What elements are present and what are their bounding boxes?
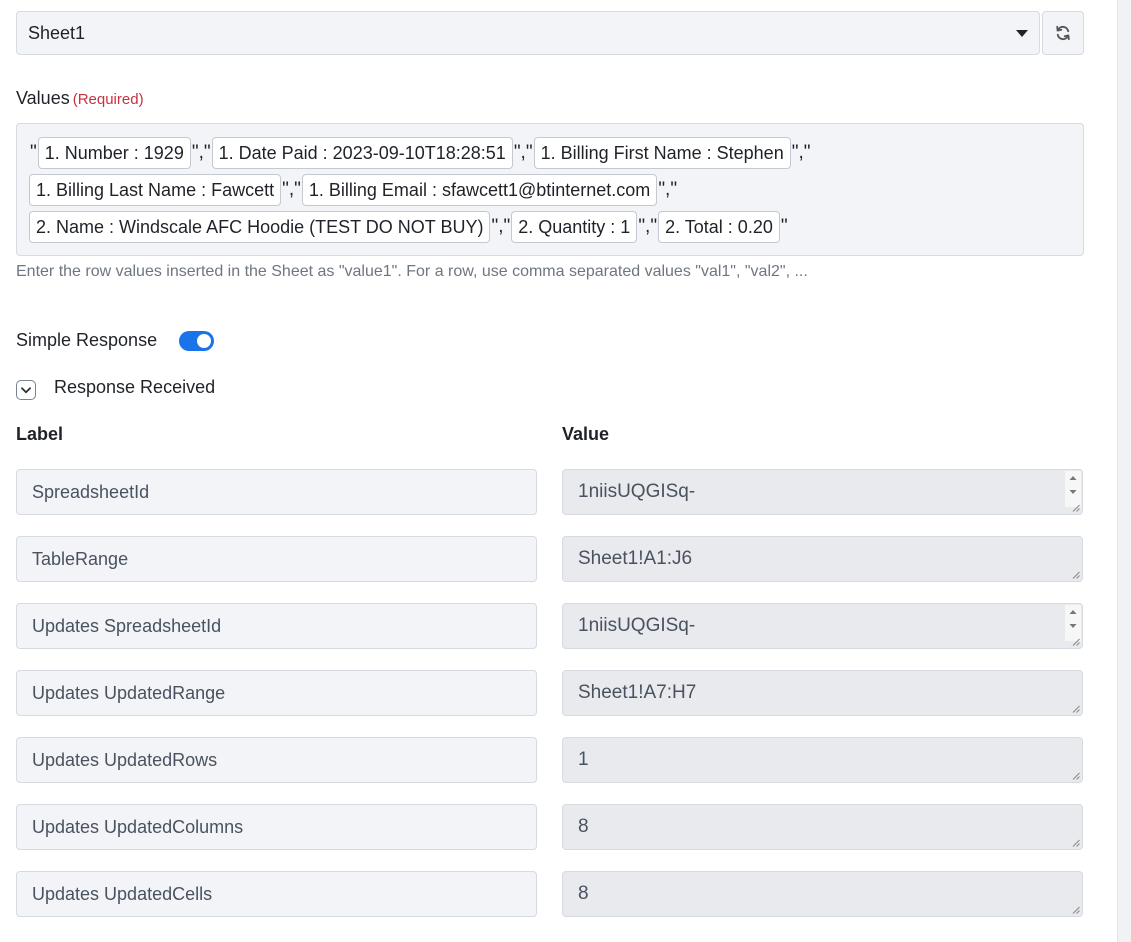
values-input[interactable]: " 1. Number : 1929 "," 1. Date Paid : 2023-…: [16, 123, 1084, 256]
value-separator: ",": [791, 142, 811, 163]
value-separator: ",": [638, 216, 658, 237]
required-indicator: (Required): [72, 91, 144, 108]
value-column-header: Value: [562, 424, 610, 444]
page: Sheet1 Values (Required) " 1. Number : 192…: [0, 0, 1131, 942]
value-separator: ",": [491, 216, 511, 237]
resize-handle-icon[interactable]: [1072, 906, 1080, 914]
resize-handle-icon[interactable]: [1072, 571, 1080, 579]
response-value-text: 1: [578, 749, 589, 770]
response-value-field[interactable]: 8: [562, 871, 1083, 917]
response-value-text: Sheet1!A7:H7: [578, 682, 697, 703]
field-token-chip[interactable]: 1. Billing Last Name : Fawcett: [29, 174, 282, 206]
scroll-spinner-icon[interactable]: [1065, 471, 1081, 507]
sheet-select-value: Sheet1: [28, 22, 86, 43]
response-value-field[interactable]: Sheet1!A7:H7: [562, 670, 1083, 716]
response-value-field[interactable]: Sheet1!A1:J6: [562, 536, 1083, 582]
resize-handle-icon[interactable]: [1072, 772, 1080, 780]
value-separator: ": [30, 142, 37, 163]
toggle-knob: [197, 334, 211, 348]
value-separator: ",": [191, 142, 211, 163]
values-line: 1. Billing Last Name : Fawcett "," 1. Bill…: [29, 173, 1083, 207]
refresh-icon: [1056, 25, 1070, 41]
values-line: " 1. Number : 1929 "," 1. Date Paid : 2023-…: [29, 136, 1083, 170]
page-scrollbar[interactable]: [1117, 0, 1131, 942]
response-value-text: 8: [578, 816, 589, 837]
values-label: Values (Required): [16, 88, 144, 109]
response-received-label: Response Received: [54, 377, 216, 397]
field-token-chip[interactable]: 2. Name : Windscale AFC Hoodie (TEST DO …: [29, 211, 491, 243]
response-label-field[interactable]: Updates SpreadsheetId: [16, 603, 537, 649]
values-label-text: Values: [16, 88, 70, 108]
response-label-field[interactable]: Updates UpdatedCells: [16, 871, 537, 917]
response-label-field[interactable]: Updates UpdatedRange: [16, 670, 537, 716]
response-label-field[interactable]: Updates UpdatedRows: [16, 737, 537, 783]
value-separator: ",": [282, 179, 301, 200]
label-column-header: Label: [16, 424, 64, 444]
field-token-chip[interactable]: 2. Total : 0.20: [658, 211, 780, 243]
values-line: 2. Name : Windscale AFC Hoodie (TEST DO …: [29, 210, 1083, 244]
response-received-toggle[interactable]: [16, 380, 36, 400]
value-separator: ",": [658, 179, 678, 200]
refresh-button[interactable]: [1042, 11, 1084, 55]
caret-down-icon: [1016, 30, 1028, 37]
resize-handle-icon[interactable]: [1072, 705, 1080, 713]
sheet-select[interactable]: Sheet1: [16, 11, 1040, 55]
simple-response-label: Simple Response: [16, 330, 158, 350]
scroll-spinner-icon[interactable]: [1065, 605, 1081, 641]
response-value-text: 8: [578, 883, 589, 904]
response-value-field[interactable]: 8: [562, 804, 1083, 850]
resize-handle-icon[interactable]: [1072, 638, 1080, 646]
value-separator: ": [780, 216, 788, 237]
simple-response-toggle[interactable]: [179, 331, 214, 351]
field-token-chip[interactable]: 1. Billing First Name : Stephen: [533, 137, 791, 169]
chevron-down-icon: [21, 386, 31, 393]
field-token-chip[interactable]: 2. Quantity : 1: [511, 211, 638, 243]
response-label-field[interactable]: TableRange: [16, 536, 537, 582]
values-help-text: Enter the row values inserted in the She…: [16, 263, 808, 280]
field-token-chip[interactable]: 1. Billing Email : sfawcett1@btinternet.…: [301, 174, 658, 206]
response-label-field[interactable]: SpreadsheetId: [16, 469, 537, 515]
field-token-chip[interactable]: 1. Number : 1929: [37, 137, 191, 169]
response-value-field[interactable]: 1niisUQGISq-: [562, 603, 1083, 649]
response-value-field[interactable]: 1niisUQGISq-: [562, 469, 1083, 515]
resize-handle-icon[interactable]: [1072, 839, 1080, 847]
response-value-text: Sheet1!A1:J6: [578, 548, 693, 569]
response-label-field[interactable]: Updates UpdatedColumns: [16, 804, 537, 850]
response-value-text: 1niisUQGISq-: [578, 615, 696, 636]
field-token-chip[interactable]: 1. Date Paid : 2023-09-10T18:28:51: [211, 137, 513, 169]
value-separator: ",": [513, 142, 533, 163]
resize-handle-icon[interactable]: [1072, 504, 1080, 512]
response-value-field[interactable]: 1: [562, 737, 1083, 783]
response-value-text: 1niisUQGISq-: [578, 481, 696, 502]
